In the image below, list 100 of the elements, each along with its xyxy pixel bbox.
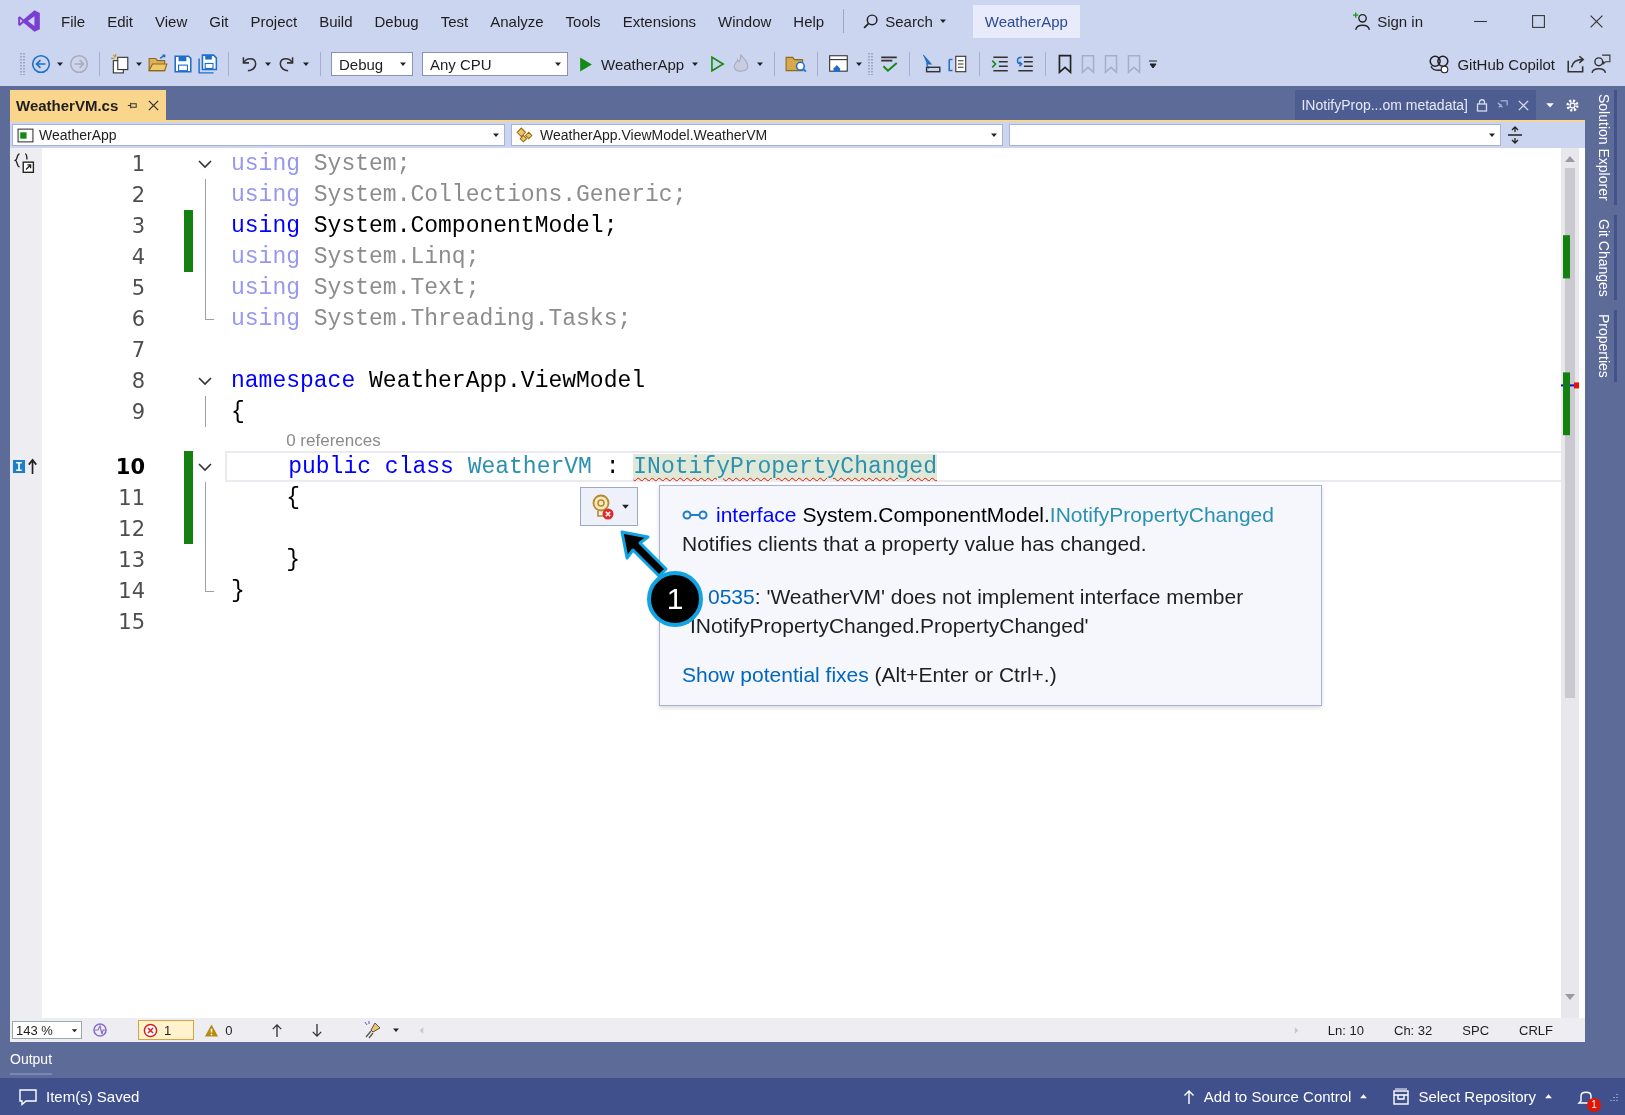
collapse-icon[interactable]	[197, 158, 213, 169]
overflow-icon[interactable]	[1148, 59, 1159, 69]
code-line: public class WeatherVM : INotifyPropertyChanged	[287, 453, 937, 480]
up-arrow-icon[interactable]	[270, 1022, 285, 1038]
share-icon[interactable]	[1566, 54, 1586, 74]
collapse-icon[interactable]	[197, 375, 213, 386]
type-dropdown[interactable]: WeatherApp.ViewModel.WeatherVM	[511, 124, 1003, 146]
menu-item[interactable]: Window	[707, 8, 783, 34]
code-line: using System.Threading.Tasks;	[231, 305, 632, 332]
back-icon[interactable]	[31, 54, 51, 74]
whitespace-indicator[interactable]: SPC	[1452, 1022, 1500, 1038]
line-number: 5	[130, 275, 146, 300]
settings-icon[interactable]	[1565, 97, 1580, 113]
codelens-link[interactable]: 0 references	[286, 431, 381, 450]
menu-item[interactable]: Test	[429, 8, 480, 34]
line-number: 4	[130, 244, 146, 269]
caret-icon	[71, 1026, 78, 1034]
caret-icon	[1544, 1092, 1553, 1101]
side-tab[interactable]: Properties	[1593, 310, 1617, 383]
line-number: 1	[130, 151, 146, 176]
show-fixes-link[interactable]: Show potential fixes	[682, 663, 869, 686]
outdent-icon[interactable]	[1015, 54, 1036, 74]
menu-item[interactable]: Extensions	[611, 8, 707, 34]
interface-signature: interface System.ComponentModel.INotifyPropertyChanged	[716, 502, 1274, 528]
line-indicator[interactable]: Ln: 10	[1317, 1022, 1374, 1038]
line-number: 3	[130, 213, 146, 238]
save-icon[interactable]	[173, 54, 193, 74]
caret-icon[interactable]	[855, 60, 864, 68]
caret-icon	[620, 502, 630, 511]
configuration-dropdown[interactable]: Debug	[331, 52, 413, 76]
menu-item[interactable]: Edit	[96, 8, 145, 34]
health-icon[interactable]	[92, 1022, 108, 1038]
menu-item[interactable]: File	[50, 8, 97, 34]
caret-icon[interactable]	[135, 60, 143, 68]
close-icon[interactable]	[147, 98, 161, 112]
warning-count[interactable]: 0	[204, 1022, 233, 1038]
line-number: 14	[117, 578, 146, 603]
side-tab[interactable]: Solution Explorer	[1593, 90, 1617, 205]
document-tab[interactable]: INotifyProp...om metadata]	[1295, 90, 1536, 120]
person-icon	[1352, 11, 1372, 31]
caret-icon[interactable]	[264, 60, 272, 68]
document-tab[interactable]: WeatherVM.cs	[10, 90, 167, 120]
open-folder-icon[interactable]	[148, 54, 168, 74]
scroll-left-icon	[418, 1025, 426, 1035]
copilot-button[interactable]: GitHub Copilot	[1422, 51, 1561, 77]
status-message: Item(s) Saved	[6, 1087, 152, 1106]
menu-item[interactable]: Debug	[363, 8, 430, 34]
folder-search-icon[interactable]	[785, 54, 808, 74]
caret-icon[interactable]	[302, 60, 310, 68]
side-tab[interactable]: Git Changes	[1593, 214, 1617, 301]
menu-item[interactable]: Build	[308, 8, 364, 34]
menu-item[interactable]: Project	[239, 8, 309, 34]
menu-item[interactable]: Tools	[554, 8, 612, 34]
scroll-right-icon	[1292, 1025, 1300, 1035]
app-logo-icon[interactable]	[16, 8, 42, 34]
window-icon[interactable]	[828, 54, 851, 74]
lightbulb-button[interactable]	[580, 487, 638, 526]
error-code-link[interactable]: 0535	[708, 585, 755, 608]
code-line: using System.Linq;	[231, 243, 480, 270]
save-all-icon[interactable]	[198, 54, 218, 74]
menu-item[interactable]: View	[144, 8, 199, 34]
toolbar-grip	[868, 52, 875, 76]
down-arrow-icon[interactable]	[310, 1022, 325, 1038]
close-icon[interactable]	[1588, 13, 1604, 29]
warning-icon	[204, 1022, 220, 1038]
output-tab[interactable]: Output	[10, 1045, 53, 1075]
caret-icon	[399, 60, 407, 68]
project-dropdown[interactable]: WeatherApp	[12, 124, 505, 146]
indent-icon[interactable]	[990, 54, 1011, 74]
split-icon[interactable]	[1507, 126, 1523, 144]
source-control-button[interactable]: Add to Source Control	[1169, 1088, 1381, 1105]
class-icon	[516, 126, 535, 144]
search-button[interactable]: Search	[852, 8, 957, 34]
cursor-icon[interactable]	[920, 54, 943, 74]
feedback-icon[interactable]	[1591, 54, 1611, 74]
search-icon	[862, 12, 880, 30]
collapse-icon[interactable]	[197, 461, 213, 472]
error-icon	[143, 1022, 158, 1038]
sign-in-button[interactable]: Sign in	[1344, 7, 1431, 35]
maximize-icon[interactable]	[1530, 13, 1546, 29]
brush-icon[interactable]	[364, 1021, 383, 1039]
column-indicator[interactable]: Ch: 32	[1384, 1022, 1443, 1038]
menu-item[interactable]: Help	[782, 8, 836, 34]
start-button[interactable]: WeatherApp	[573, 52, 704, 76]
menu-item[interactable]: Git	[198, 8, 240, 34]
line-number: 13	[117, 547, 146, 572]
caret-icon	[691, 60, 700, 68]
caret-icon[interactable]	[56, 60, 64, 68]
spell-check-icon[interactable]	[879, 54, 900, 74]
platform-dropdown[interactable]: Any CPU	[422, 52, 568, 76]
repository-button[interactable]: Select Repository	[1380, 1087, 1565, 1106]
new-item-icon[interactable]	[110, 54, 130, 74]
play-outline-icon[interactable]	[708, 55, 727, 73]
menu-item[interactable]: Analyze	[479, 8, 555, 34]
caret-icon[interactable]	[392, 1026, 401, 1034]
line-ending-indicator[interactable]: CRLF	[1509, 1022, 1563, 1038]
error-count[interactable]: 1	[138, 1020, 195, 1040]
vertical-scrollbar[interactable]	[1561, 148, 1579, 1018]
zoom-dropdown[interactable]: 143 %	[12, 1021, 82, 1039]
caret-icon[interactable]	[756, 60, 765, 68]
